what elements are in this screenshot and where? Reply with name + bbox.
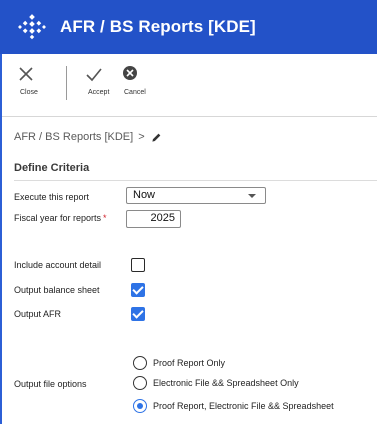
close-button[interactable]: Close xyxy=(6,63,46,96)
breadcrumb: AFR / BS Reports [KDE] > xyxy=(14,131,162,143)
execute-report-value: Now xyxy=(133,189,156,201)
accept-button[interactable]: Accept xyxy=(74,63,114,96)
close-icon xyxy=(19,67,33,81)
section-divider xyxy=(14,180,377,181)
chevron-down-icon xyxy=(248,194,256,198)
toolbar-divider xyxy=(66,66,67,100)
execute-report-label: Execute this report xyxy=(14,192,90,202)
radio-label-proof-report-electronic-file-spreadsheet: Proof Report, Electronic File && Spreads… xyxy=(153,401,334,411)
window-title: AFR / BS Reports [KDE] xyxy=(60,17,256,36)
output-balance-sheet-checkbox[interactable] xyxy=(131,283,145,297)
cancel-label: Cancel xyxy=(124,89,146,96)
fiscal-year-label: Fiscal year for reports * xyxy=(14,213,107,223)
radio-proof-report-only[interactable] xyxy=(133,356,147,370)
window-titlebar: AFR / BS Reports [KDE] xyxy=(0,0,377,54)
radio-label-electronic-file-spreadsheet-only: Electronic File && Spreadsheet Only xyxy=(153,378,299,388)
fiscal-year-input[interactable]: 2025 xyxy=(126,210,181,228)
toolbar: Close Accept Cancel xyxy=(2,54,377,110)
execute-report-select[interactable]: Now xyxy=(126,187,266,204)
cancel-button[interactable]: Cancel xyxy=(110,63,150,96)
close-label: Close xyxy=(20,89,38,96)
accept-label: Accept xyxy=(88,89,110,96)
breadcrumb-separator: > xyxy=(138,131,145,143)
radio-proof-report-electronic-file-spreadsheet[interactable] xyxy=(133,399,147,413)
radio-electronic-file-spreadsheet-only[interactable] xyxy=(133,376,147,390)
toolbar-divider-line xyxy=(2,116,377,117)
edit-pencil-icon[interactable] xyxy=(151,132,162,143)
output-file-options-label: Output file options xyxy=(14,379,87,389)
breadcrumb-link[interactable]: AFR / BS Reports [KDE] xyxy=(14,131,133,143)
output-afr-label: Output AFR xyxy=(14,309,62,319)
section-title: Define Criteria xyxy=(14,162,90,174)
include-account-detail-checkbox[interactable] xyxy=(131,258,145,272)
include-account-detail-label: Include account detail xyxy=(14,260,102,270)
output-afr-checkbox[interactable] xyxy=(131,307,145,321)
output-balance-sheet-label: Output balance sheet xyxy=(14,285,100,295)
required-marker: * xyxy=(103,213,107,223)
app-logo-icon xyxy=(18,14,46,40)
checkmark-icon xyxy=(86,68,102,82)
cancel-circle-icon xyxy=(123,66,137,80)
radio-label-proof-report-only: Proof Report Only xyxy=(153,358,226,368)
